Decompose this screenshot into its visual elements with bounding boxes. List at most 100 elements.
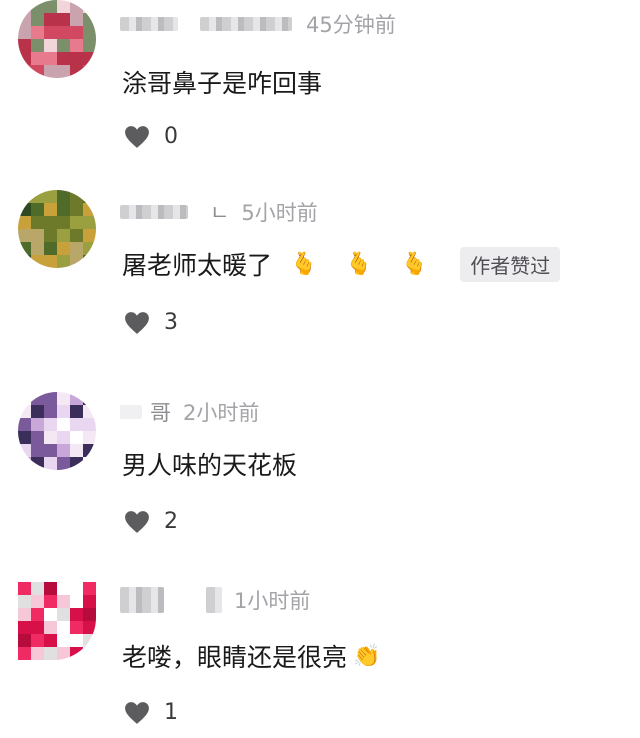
- avatar-mosaic-cell: [83, 242, 96, 255]
- username-blurred[interactable]: [120, 587, 164, 613]
- comment-body: 男人味的天花板: [122, 451, 298, 480]
- avatar-mosaic-cell: [31, 431, 44, 444]
- avatar-mosaic-cell: [44, 582, 57, 595]
- like-button[interactable]: 2: [124, 509, 178, 534]
- avatar-mosaic-cell: [83, 26, 96, 39]
- username-blurred[interactable]: [120, 17, 178, 31]
- avatar-mosaic-cell: [31, 229, 44, 242]
- heart-icon: [125, 311, 149, 334]
- username[interactable]: ㄴ: [210, 197, 229, 227]
- avatar-mosaic-cell: [57, 621, 70, 634]
- avatar-mosaic-cell: [44, 52, 57, 65]
- avatar-mosaic-cell: [57, 39, 70, 52]
- username-blurred[interactable]: [120, 205, 188, 219]
- avatar-mosaic-cell: [57, 0, 70, 13]
- avatar-mosaic-cell: [70, 52, 83, 65]
- avatar-mosaic-cell: [18, 0, 31, 13]
- avatar-mosaic-cell: [70, 255, 83, 268]
- avatar-mosaic-cell: [31, 405, 44, 418]
- avatar-mosaic-cell: [18, 65, 31, 78]
- avatar-mosaic-cell: [57, 647, 70, 660]
- like-button[interactable]: 0: [124, 124, 178, 149]
- avatar-mosaic-cell: [83, 431, 96, 444]
- avatar-mosaic-cell: [70, 457, 83, 470]
- like-count: 0: [164, 124, 178, 149]
- avatar-mosaic-cell: [83, 39, 96, 52]
- avatar-mosaic-cell: [44, 595, 57, 608]
- avatar-mosaic-cell: [18, 418, 31, 431]
- avatar-mosaic-cell: [70, 595, 83, 608]
- avatar-mosaic-cell: [44, 26, 57, 39]
- avatar-mosaic-cell: [31, 39, 44, 52]
- avatar[interactable]: [18, 0, 96, 78]
- avatar-mosaic-cell: [18, 595, 31, 608]
- like-count: 3: [164, 310, 178, 335]
- avatar-mosaic-cell: [31, 13, 44, 26]
- finger-heart-emoji: 🫰: [345, 251, 373, 277]
- avatar-mosaic-cell: [18, 608, 31, 621]
- comment-text[interactable]: 男人味的天花板: [122, 446, 297, 482]
- comment-meta: 45分钟前: [120, 6, 396, 42]
- avatar-mosaic-cell: [18, 216, 31, 229]
- avatar[interactable]: [18, 190, 96, 268]
- comment-body: 涂哥鼻子是咋回事: [122, 69, 323, 98]
- avatar-mosaic-cell: [83, 457, 96, 470]
- avatar-mosaic-cell: [57, 405, 70, 418]
- avatar-mosaic-cell: [83, 216, 96, 229]
- avatar-mosaic-cell: [70, 392, 83, 405]
- avatar-mosaic-cell: [83, 608, 96, 621]
- avatar-mosaic-cell: [70, 229, 83, 242]
- avatar-mosaic-cell: [83, 595, 96, 608]
- avatar-mosaic-cell: [18, 431, 31, 444]
- avatar-mosaic-cell: [83, 392, 96, 405]
- avatar-mosaic-cell: [57, 582, 70, 595]
- avatar-mosaic-cell: [70, 647, 83, 660]
- avatar-mosaic-cell: [70, 582, 83, 595]
- avatar-mosaic-cell: [44, 229, 57, 242]
- avatar-mosaic-cell: [57, 203, 70, 216]
- avatar-mosaic-cell: [83, 634, 96, 647]
- avatar-mosaic-cell: [44, 647, 57, 660]
- avatar-mosaic-cell: [70, 65, 83, 78]
- like-count: 1: [164, 700, 178, 725]
- avatar-mosaic-cell: [31, 203, 44, 216]
- username-blurred[interactable]: [120, 405, 142, 419]
- avatar-mosaic-cell: [44, 634, 57, 647]
- avatar-mosaic-cell: [83, 444, 96, 457]
- avatar-mosaic-cell: [31, 52, 44, 65]
- like-button[interactable]: 3: [124, 310, 178, 335]
- avatar-mosaic-cell: [31, 392, 44, 405]
- avatar-mosaic-cell: [57, 242, 70, 255]
- avatar-mosaic-cell: [70, 203, 83, 216]
- comment-text[interactable]: 涂哥鼻子是咋回事: [122, 64, 322, 100]
- avatar-mosaic-cell: [31, 242, 44, 255]
- username[interactable]: 哥: [150, 397, 171, 427]
- heart-icon: [125, 125, 149, 148]
- like-button[interactable]: 1: [124, 700, 178, 725]
- avatar-mosaic-cell: [70, 190, 83, 203]
- avatar-mosaic-cell: [18, 392, 31, 405]
- avatar-mosaic-cell: [18, 255, 31, 268]
- avatar-mosaic-cell: [44, 216, 57, 229]
- avatar-mosaic-cell: [44, 621, 57, 634]
- avatar-mosaic-cell: [44, 444, 57, 457]
- avatar-mosaic-cell: [83, 405, 96, 418]
- avatar[interactable]: [18, 392, 96, 470]
- avatar-mosaic-cell: [31, 26, 44, 39]
- avatar-mosaic-cell: [18, 621, 31, 634]
- avatar-mosaic-cell: [70, 634, 83, 647]
- avatar-mosaic-cell: [70, 431, 83, 444]
- avatar-mosaic-cell: [31, 647, 44, 660]
- avatar[interactable]: [18, 582, 96, 660]
- avatar-mosaic-cell: [31, 255, 44, 268]
- comment-text[interactable]: 屠老师太暖了 🫰 🫰 🫰 作者赞过: [122, 246, 561, 282]
- comment-meta: 1小时前: [120, 582, 310, 618]
- avatar-mosaic-cell: [57, 457, 70, 470]
- avatar-mosaic-cell: [31, 418, 44, 431]
- avatar-mosaic-cell: [57, 13, 70, 26]
- avatar-mosaic-cell: [70, 444, 83, 457]
- avatar-mosaic-cell: [18, 52, 31, 65]
- comment-text[interactable]: 老喽，眼睛还是很亮 👏: [122, 638, 380, 674]
- avatar-mosaic-cell: [31, 582, 44, 595]
- avatar-mosaic-cell: [18, 26, 31, 39]
